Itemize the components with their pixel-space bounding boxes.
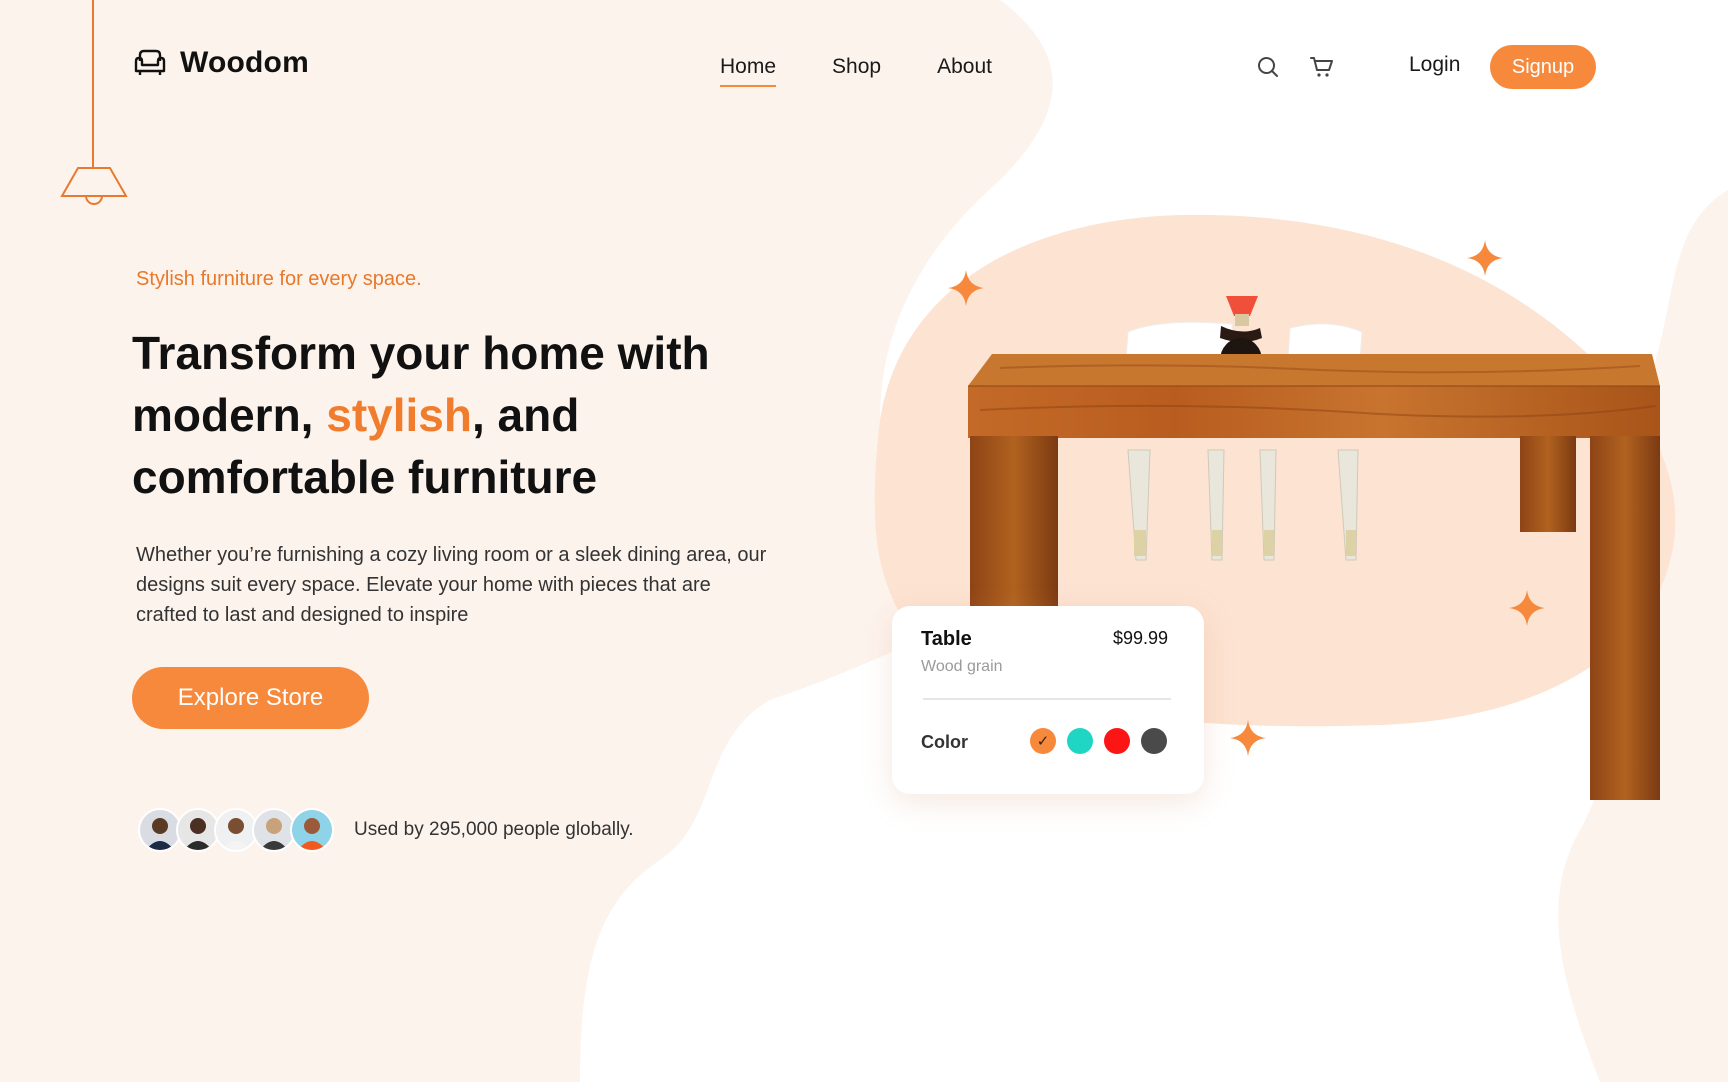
cart-icon[interactable]	[1310, 56, 1334, 78]
user-avatars	[138, 808, 334, 852]
sparkle-icon	[1230, 720, 1266, 756]
card-divider	[923, 698, 1171, 700]
hero-tagline: Stylish furniture for every space.	[136, 268, 422, 290]
sparkle-icon	[1509, 590, 1545, 626]
nav-shop[interactable]: Shop	[832, 55, 881, 87]
hero-description: Whether you’re furnishing a cozy living …	[136, 544, 767, 626]
headline-accent: stylish	[326, 389, 472, 441]
color-swatch-charcoal[interactable]	[1141, 728, 1167, 754]
color-swatch-red[interactable]	[1104, 728, 1130, 754]
search-icon[interactable]	[1257, 56, 1279, 78]
explore-store-button[interactable]: Explore Store	[132, 667, 369, 729]
brand-name: Woodom	[180, 46, 309, 79]
hero-headline: Transform your home with modern, stylish…	[132, 322, 812, 508]
signup-button[interactable]: Signup	[1490, 45, 1596, 89]
nav-home[interactable]: Home	[720, 55, 777, 87]
product-name: Table	[921, 628, 972, 650]
nav-about[interactable]: About	[937, 55, 992, 87]
color-swatches: ✓	[1030, 728, 1167, 754]
login-link[interactable]: Login	[1409, 53, 1460, 77]
social-proof-text: Used by 295,000 people globally.	[354, 819, 634, 840]
color-swatch-teal[interactable]	[1067, 728, 1093, 754]
main-nav: Home Shop About	[720, 55, 992, 87]
product-card: Table $99.99 Wood grain Color ✓	[892, 606, 1204, 794]
color-swatch-orange[interactable]: ✓	[1030, 728, 1056, 754]
sparkle-icon	[1467, 240, 1503, 276]
brand-logo[interactable]: Woodom	[134, 46, 309, 80]
avatar	[290, 808, 334, 852]
armchair-icon	[134, 49, 166, 75]
color-label: Color	[921, 732, 968, 752]
product-material: Wood grain	[921, 658, 1003, 675]
pendant-lamp-icon	[60, 167, 128, 205]
checkmark-icon: ✓	[1036, 733, 1050, 750]
lamp-cord	[92, 0, 94, 168]
product-price: $99.99	[1112, 628, 1168, 648]
sparkle-icon	[948, 270, 984, 306]
